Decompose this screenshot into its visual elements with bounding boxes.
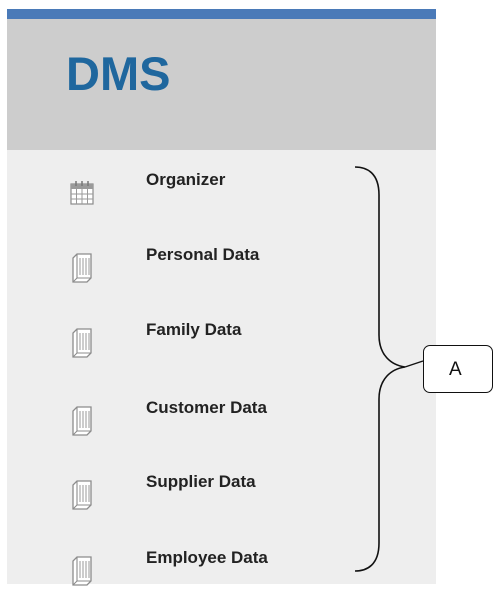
curly-brace-annotation <box>355 166 424 572</box>
sidebar-item-label: Customer Data <box>146 398 267 417</box>
sidebar-item-label: Employee Data <box>146 548 268 567</box>
sidebar-item-organizer[interactable]: Organizer <box>7 170 347 220</box>
sidebar-item-employee-data[interactable]: Employee Data <box>7 548 347 598</box>
callout-label: A <box>449 359 462 380</box>
callout-box: A <box>423 345 493 393</box>
app-logo: DMS <box>66 47 171 100</box>
document-stack-icon <box>72 328 92 358</box>
sidebar-item-customer-data[interactable]: Customer Data <box>7 398 347 448</box>
sidebar-item-label: Family Data <box>146 320 242 339</box>
sidebar-item-family-data[interactable]: Family Data <box>7 320 347 370</box>
document-stack-icon <box>72 556 92 586</box>
sidebar-item-label: Personal Data <box>146 245 260 264</box>
document-stack-icon <box>72 406 92 436</box>
sidebar-item-personal-data[interactable]: Personal Data <box>7 245 347 295</box>
sidebar-item-supplier-data[interactable]: Supplier Data <box>7 472 347 522</box>
document-stack-icon <box>72 480 92 510</box>
sidebar-item-label: Organizer <box>146 170 226 189</box>
calendar-icon <box>70 181 94 205</box>
sidebar-item-label: Supplier Data <box>146 472 256 491</box>
document-stack-icon <box>72 253 92 283</box>
app-header: DMS <box>7 19 436 150</box>
top-accent-strip <box>7 9 436 19</box>
